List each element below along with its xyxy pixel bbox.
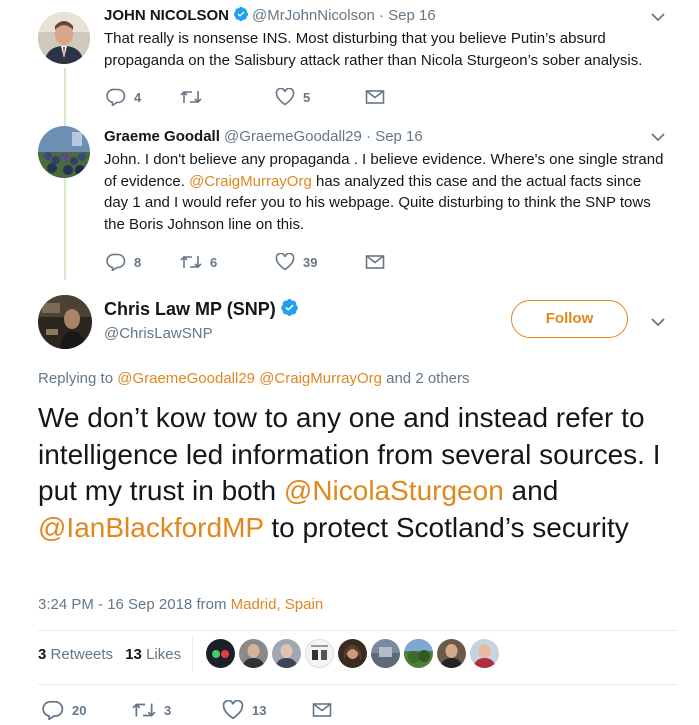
retweet-button[interactable]: 3: [132, 701, 222, 719]
reply-icon: [106, 253, 126, 271]
tweet-actions: 8 6 39: [106, 253, 385, 271]
retweets-stat[interactable]: 3 Retweets: [38, 646, 113, 663]
dm-button[interactable]: [365, 254, 385, 270]
thread-line: [64, 178, 66, 280]
reply-count: 8: [134, 254, 142, 270]
like-button[interactable]: 39: [275, 253, 365, 271]
tweet-text: That really is nonsense INS. Most distur…: [104, 30, 643, 69]
liker-avatar[interactable]: [239, 639, 268, 668]
chevron-down-icon[interactable]: [651, 132, 665, 142]
tweet-text: We don’t kow tow to any one and instead …: [38, 400, 678, 546]
heart-icon: [275, 88, 295, 106]
reply-header: Graeme Goodall @GraemeGoodall29 · Sep 16: [104, 128, 423, 145]
envelope-icon: [365, 90, 385, 104]
liker-avatar[interactable]: [404, 639, 433, 668]
reply-icon: [42, 700, 64, 720]
reply-count: 20: [72, 702, 87, 718]
like-button[interactable]: 13: [222, 700, 312, 720]
liker-avatar[interactable]: [338, 639, 367, 668]
tweet-text-part: and: [503, 475, 559, 506]
likes-count: 13: [125, 646, 142, 663]
retweet-button[interactable]: [180, 89, 275, 105]
liker-avatar[interactable]: [437, 639, 466, 668]
divider: [38, 630, 677, 631]
tweet-actions: 20 3 13: [42, 700, 332, 720]
liker-avatar[interactable]: [272, 639, 301, 668]
dm-button[interactable]: [312, 702, 332, 718]
author-name: Chris Law MP (SNP): [104, 298, 302, 320]
retweet-icon: [132, 703, 156, 717]
follow-button[interactable]: Follow: [511, 300, 628, 338]
heart-icon: [275, 253, 295, 271]
handle[interactable]: @ChrisLawSNP: [104, 325, 213, 342]
location-link[interactable]: Madrid, Spain: [231, 596, 324, 613]
chevron-down-icon[interactable]: [651, 317, 665, 327]
mention-link[interactable]: @CraigMurrayOrg: [189, 173, 312, 190]
mention-link[interactable]: @GraemeGoodall29: [117, 370, 255, 387]
retweet-icon: [180, 90, 202, 104]
replying-to: Replying to @GraemeGoodall29 @CraigMurra…: [38, 370, 470, 387]
divider: [38, 684, 677, 685]
mention-link[interactable]: @CraigMurrayOrg: [259, 370, 382, 387]
reply-button[interactable]: 4: [106, 88, 180, 106]
handle[interactable]: @MrJohnNicolson: [252, 7, 375, 24]
tweet-text: John. I don't believe any propaganda . I…: [104, 149, 664, 235]
reply-header: JOHN NICOLSON @MrJohnNicolson · Sep 16: [104, 6, 436, 24]
likes-label: Likes: [146, 646, 182, 663]
verified-badge-icon: [280, 298, 298, 316]
retweets-count: 3: [38, 646, 47, 663]
heart-icon: [222, 700, 244, 720]
handle[interactable]: @GraemeGoodall29: [224, 128, 362, 145]
like-count: 39: [303, 254, 318, 270]
reply-icon: [106, 88, 126, 106]
avatar[interactable]: [38, 12, 90, 64]
timestamp[interactable]: · Sep 16: [379, 7, 436, 24]
tweet-actions: 4 5: [106, 88, 385, 106]
envelope-icon: [365, 255, 385, 269]
tweet-text-part: to protect Scotland’s security: [263, 511, 629, 543]
liker-avatar[interactable]: [305, 639, 334, 668]
timestamp[interactable]: · Sep 16: [366, 128, 423, 145]
like-button[interactable]: 5: [275, 88, 365, 106]
display-name[interactable]: Graeme Goodall: [104, 128, 220, 145]
thread-line: [64, 68, 66, 128]
avatar[interactable]: [38, 295, 92, 349]
mention-link[interactable]: @IanBlackfordMP: [38, 512, 264, 543]
liker-avatar[interactable]: [470, 639, 499, 668]
retweet-count: 3: [164, 702, 172, 718]
timestamp[interactable]: 3:24 PM - 16 Sep 2018 from: [38, 596, 226, 613]
tweet-timestamp: 3:24 PM - 16 Sep 2018 from Madrid, Spain: [38, 596, 323, 613]
reply-button[interactable]: 8: [106, 253, 180, 271]
display-name[interactable]: Chris Law MP (SNP): [104, 299, 276, 319]
chevron-down-icon[interactable]: [651, 12, 665, 22]
likes-stat[interactable]: 13 Likes: [125, 646, 181, 663]
mention-link[interactable]: @NicolaSturgeon: [284, 475, 504, 506]
avatar[interactable]: [38, 126, 90, 178]
display-name[interactable]: JOHN NICOLSON: [104, 7, 229, 24]
replying-to-others[interactable]: and 2 others: [386, 370, 469, 387]
retweet-count: 6: [210, 254, 218, 270]
divider: [192, 636, 193, 672]
like-count: 13: [252, 702, 267, 718]
retweet-icon: [180, 255, 202, 269]
envelope-icon: [312, 703, 332, 717]
replying-to-prefix: Replying to: [38, 370, 114, 387]
reply-count: 4: [134, 89, 142, 105]
retweets-label: Retweets: [50, 646, 114, 663]
tweet-stats: 3 Retweets 13 Likes: [38, 646, 181, 663]
verified-badge-icon: [234, 6, 249, 22]
dm-button[interactable]: [365, 89, 385, 105]
liker-avatar[interactable]: [206, 639, 235, 668]
liker-avatar[interactable]: [371, 639, 400, 668]
retweet-button[interactable]: 6: [180, 254, 275, 270]
like-count: 5: [303, 89, 311, 105]
reply-button[interactable]: 20: [42, 700, 132, 720]
